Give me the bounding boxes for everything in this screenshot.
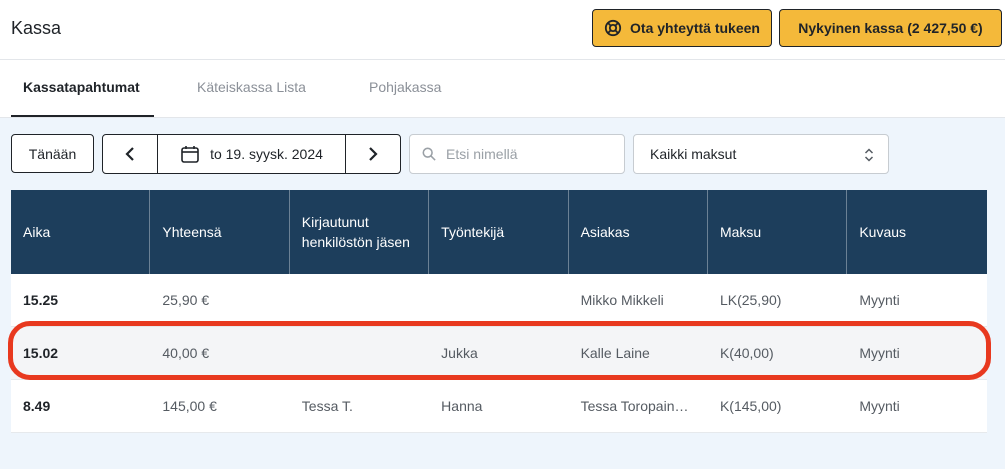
chevron-right-icon (369, 147, 378, 161)
contact-support-label: Ota yhteyttä tukeen (630, 20, 760, 36)
tab-bar: Kassatapahtumat Käteiskassa Lista Pohjak… (0, 61, 1005, 118)
table-row[interactable]: 15.25 25,90 € Mikko Mikkeli LK(25,90) My… (11, 274, 987, 327)
cell-time: 15.25 (23, 292, 59, 308)
table-row[interactable]: 15.02 40,00 € Jukka Kalle Laine K(40,00)… (11, 327, 987, 380)
cell-staff (290, 274, 429, 326)
search-input[interactable] (446, 146, 616, 162)
today-button[interactable]: Tänään (11, 134, 94, 173)
main-content: Tänään to 19. syysk. 2024 Kaikki maksut (0, 117, 1005, 469)
top-bar: Kassa Ota yhteyttä tukeen Nykyinen kassa… (0, 0, 1005, 60)
cell-total: 40,00 € (162, 345, 210, 361)
cell-staff: Tessa T. (301, 398, 353, 414)
cell-description: Myynti (859, 398, 900, 414)
current-kassa-label: Nykyinen kassa (2 427,50 €) (798, 20, 983, 36)
search-icon (422, 147, 436, 161)
cell-staff (290, 327, 429, 379)
column-header-tyontekija: Työntekijä (429, 190, 569, 274)
cell-payment: K(145,00) (719, 398, 782, 414)
tab-kateiskassa-lista[interactable]: Käteiskassa Lista (197, 79, 306, 95)
table-row[interactable]: 8.49 145,00 € Tessa T. Hanna Tessa Torop… (11, 380, 987, 433)
cell-total: 145,00 € (162, 398, 217, 414)
calendar-icon (181, 146, 199, 163)
date-picker[interactable]: to 19. syysk. 2024 (157, 135, 346, 173)
cell-time: 8.49 (23, 398, 51, 414)
payment-filter-value: Kaikki maksut (650, 146, 737, 162)
previous-day-button[interactable] (103, 135, 157, 173)
cell-employee (429, 274, 568, 326)
tab-pohjakassa[interactable]: Pohjakassa (369, 79, 441, 95)
column-header-yhteensa: Yhteensä (150, 190, 290, 274)
transactions-table: Aika Yhteensä Kirjautunut henkilöstön jä… (11, 190, 987, 433)
cell-description: Myynti (859, 345, 900, 361)
cell-payment: LK(25,90) (719, 292, 782, 308)
cell-customer: Tessa Toropain… (580, 398, 689, 414)
page-title: Kassa (11, 18, 62, 38)
search-field (409, 134, 625, 174)
cell-time: 15.02 (23, 345, 59, 361)
next-day-button[interactable] (346, 135, 400, 173)
current-kassa-button[interactable]: Nykyinen kassa (2 427,50 €) (779, 9, 1002, 47)
column-header-kuvaus: Kuvaus (859, 224, 907, 240)
date-label: to 19. syysk. 2024 (210, 146, 323, 162)
cell-customer: Kalle Laine (580, 345, 650, 361)
lifebuoy-icon (604, 19, 622, 37)
cell-payment: K(40,00) (719, 345, 774, 361)
cell-employee: Hanna (441, 398, 483, 414)
column-header-kirjautunut: Kirjautunut henkilöstön jäsen (290, 190, 430, 274)
chevron-left-icon (125, 147, 134, 161)
table-header: Aika Yhteensä Kirjautunut henkilöstön jä… (11, 190, 987, 274)
select-chevron-icon (864, 148, 874, 162)
payment-filter-select[interactable]: Kaikki maksut (633, 134, 889, 174)
column-header-maksu: Maksu (708, 190, 848, 274)
tab-kassatapahtumat[interactable]: Kassatapahtumat (23, 79, 140, 95)
column-header-aika: Aika (11, 190, 151, 274)
date-navigator: to 19. syysk. 2024 (102, 134, 401, 174)
cell-customer: Mikko Mikkeli (580, 292, 664, 308)
cell-description: Myynti (859, 292, 900, 308)
contact-support-button[interactable]: Ota yhteyttä tukeen (592, 9, 772, 47)
cell-total: 25,90 € (162, 292, 210, 308)
cell-employee: Jukka (441, 345, 478, 361)
column-header-asiakas: Asiakas (569, 190, 708, 274)
